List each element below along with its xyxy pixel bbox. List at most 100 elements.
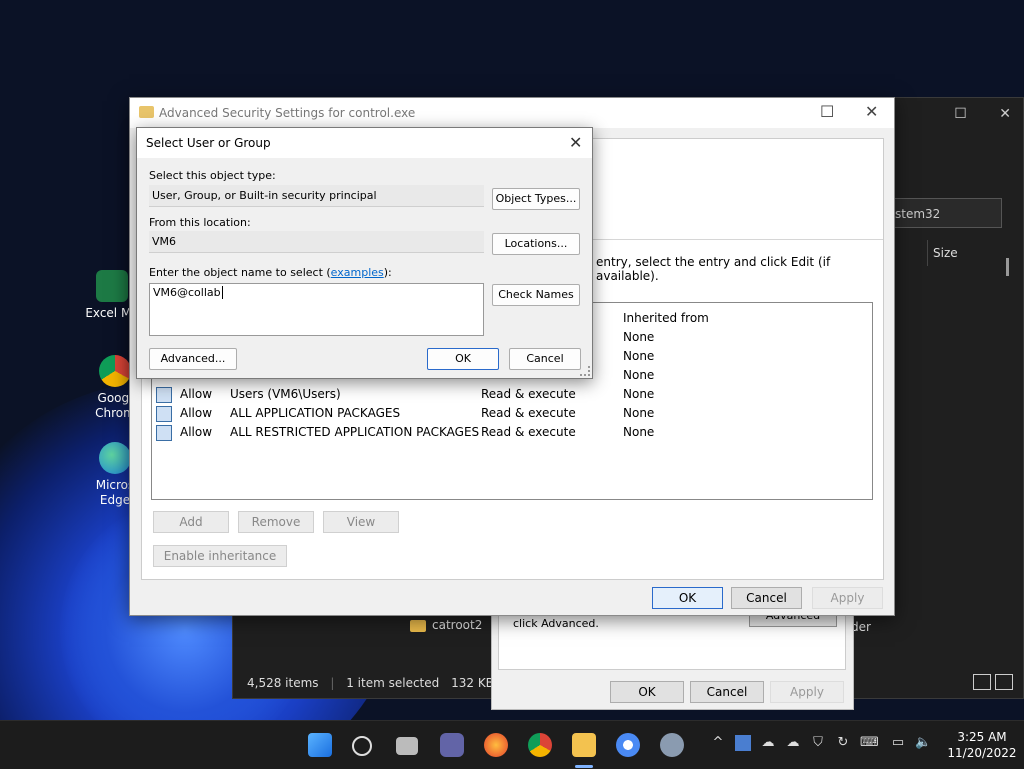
explorer-status-bar: 4,528 items | 1 item selected 132 KB | (247, 676, 510, 690)
cell-access: Read & execute (481, 387, 576, 401)
object-name-input[interactable]: VM6@collab (149, 283, 484, 336)
file-explorer-icon[interactable] (572, 733, 596, 757)
object-name-label-text: Enter the object name to select ( (149, 266, 331, 279)
explorer-search-box[interactable]: stem32 (888, 198, 1002, 228)
permission-instruction: entry, select the entry and click Edit (… (596, 255, 831, 283)
object-name-label: Enter the object name to select (example… (149, 266, 392, 279)
select-dialog-titlebar: Select User or Group ✕ (137, 128, 592, 158)
search-icon[interactable] (352, 736, 372, 756)
advanced-button[interactable]: Advanced... (149, 348, 237, 370)
cell-inherited: None (623, 349, 655, 363)
volume-icon[interactable]: 🔈 (915, 735, 931, 751)
cell-type: Allow (180, 406, 213, 420)
check-names-button[interactable]: Check Names (492, 284, 580, 306)
view-toggle (969, 674, 1013, 693)
cell-type: Allow (180, 387, 213, 401)
folder-icon (139, 106, 154, 118)
enable-inheritance-button[interactable]: Enable inheritance (153, 545, 287, 567)
object-type-label: Select this object type: (149, 169, 276, 182)
cell-access: Read & execute (481, 406, 576, 420)
view-button[interactable]: View (323, 511, 399, 533)
remove-button[interactable]: Remove (238, 511, 314, 533)
select-user-or-group-dialog: Select User or Group ✕ Select this objec… (136, 127, 593, 379)
chrome-icon[interactable] (528, 733, 552, 757)
keyboard-icon[interactable]: ⌨ (860, 735, 879, 751)
table-row[interactable]: Allow ALL APPLICATION PACKAGES Read & ex… (152, 404, 872, 423)
chromium-icon[interactable] (616, 733, 640, 757)
properties-hint-text: click Advanced. (513, 617, 599, 630)
window-title: Advanced Security Settings for control.e… (159, 106, 416, 120)
status-size: 132 KB (451, 676, 494, 690)
examples-link[interactable]: examples (331, 266, 384, 279)
cell-principal: ALL RESTRICTED APPLICATION PACKAGES (230, 425, 480, 439)
cell-principal: Users (VM6\Users) (230, 387, 341, 401)
teams-chat-icon[interactable] (440, 733, 464, 757)
taskbar: ^ ☁ ☁ ⛉ ↻ ⌨ ▭ 🔈 3:25 AM 11/20/2022 (0, 720, 1024, 769)
add-button[interactable]: Add (153, 511, 229, 533)
users-group-icon (156, 387, 172, 403)
details-view-icon[interactable] (973, 674, 991, 690)
maximize-icon[interactable]: ☐ (954, 106, 967, 122)
chrome-icon (99, 355, 131, 387)
advanced-security-titlebar: Advanced Security Settings for control.e… (130, 98, 894, 128)
display-icon[interactable]: ▭ (890, 735, 906, 751)
apply-button[interactable]: Apply (812, 587, 883, 609)
status-selected: 1 item selected (346, 676, 440, 690)
ok-button[interactable]: OK (427, 348, 499, 370)
cell-access: Read & execute (481, 425, 576, 439)
cancel-button[interactable]: Cancel (509, 348, 581, 370)
properties-cancel-button[interactable]: Cancel (690, 681, 764, 703)
status-item-count: 4,528 items (247, 676, 319, 690)
column-header-inherited-from[interactable]: Inherited from (623, 311, 709, 325)
properties-apply-button[interactable]: Apply (770, 681, 844, 703)
cell-principal: ALL APPLICATION PACKAGES (230, 406, 401, 420)
clock-time: 3:25 AM (957, 730, 1007, 744)
object-types-button[interactable]: Object Types... (492, 188, 580, 210)
dialog-title: Select User or Group (146, 136, 271, 150)
security-shield-icon[interactable]: ⛉ (810, 735, 826, 751)
folder-item[interactable]: catroot2 (410, 618, 482, 632)
explorer-window-controls: ☐ ✕ (926, 106, 1011, 122)
column-divider (927, 240, 928, 266)
task-view-icon[interactable] (396, 737, 418, 755)
folder-item-label: catroot2 (432, 618, 483, 632)
object-name-label-suffix: ): (383, 266, 392, 279)
table-row[interactable]: Allow Users (VM6\Users) Read & execute N… (152, 385, 872, 404)
close-icon[interactable]: ✕ (569, 133, 582, 152)
package-icon (156, 425, 172, 441)
settings-icon[interactable] (660, 733, 684, 757)
cell-inherited: None (623, 368, 655, 382)
clock-date: 11/20/2022 (947, 746, 1017, 760)
sync-icon[interactable]: ↻ (835, 735, 851, 751)
onedrive-icon[interactable]: ☁ (760, 735, 776, 751)
taskbar-clock[interactable]: 3:25 AM 11/20/2022 (944, 729, 1020, 761)
edge-icon (99, 442, 131, 474)
cell-inherited: None (623, 387, 655, 401)
cell-inherited: None (623, 425, 655, 439)
cell-inherited: None (623, 330, 655, 344)
scrollbar-thumb[interactable] (1006, 258, 1009, 276)
close-icon[interactable]: ✕ (999, 106, 1011, 122)
folder-icon (410, 619, 426, 632)
onedrive-offline-icon[interactable]: ☁ (785, 735, 801, 751)
firefox-icon[interactable] (484, 733, 508, 757)
object-name-value: VM6@collab (153, 286, 221, 299)
column-header-size[interactable]: Size (933, 246, 958, 260)
text-cursor (221, 286, 223, 299)
cancel-button[interactable]: Cancel (731, 587, 802, 609)
network-drive-icon[interactable] (735, 735, 751, 751)
cell-type: Allow (180, 425, 213, 439)
large-icons-view-icon[interactable] (995, 674, 1013, 690)
location-field: VM6 (149, 231, 484, 253)
start-icon[interactable] (308, 733, 332, 757)
resize-grip-icon[interactable] (580, 366, 590, 376)
properties-ok-button[interactable]: OK (610, 681, 684, 703)
ok-button[interactable]: OK (652, 587, 723, 609)
close-icon[interactable]: ✕ (865, 102, 878, 121)
table-row[interactable]: Allow ALL RESTRICTED APPLICATION PACKAGE… (152, 423, 872, 442)
maximize-icon[interactable]: ☐ (820, 102, 834, 121)
chevron-up-icon[interactable]: ^ (710, 735, 726, 751)
package-icon (156, 406, 172, 422)
locations-button[interactable]: Locations... (492, 233, 580, 255)
object-type-field: User, Group, or Built-in security princi… (149, 185, 484, 207)
